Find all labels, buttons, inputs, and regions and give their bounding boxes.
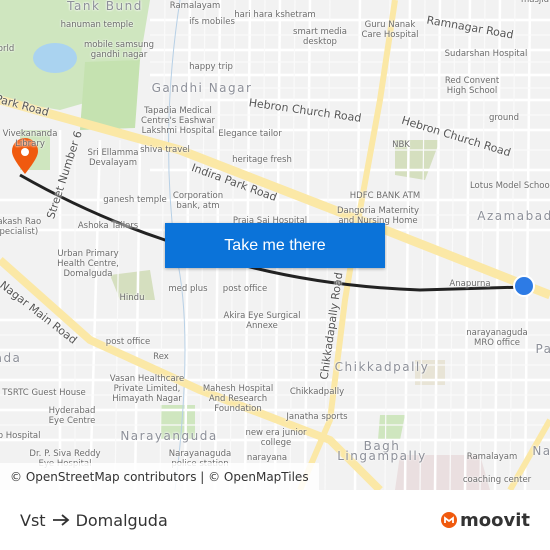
map-label: narayanaguda MRO office [466, 328, 528, 348]
map-label: narayana [246, 453, 288, 463]
moovit-logo: moovit [441, 510, 530, 531]
moovit-logo-icon [441, 512, 457, 528]
map-label: Tank Bund [67, 0, 143, 13]
map-label: med plus [168, 284, 208, 294]
origin-name: Vst [20, 510, 46, 530]
map-label: shiva travel [140, 145, 190, 155]
map-label: smart media desktop [293, 27, 347, 47]
map-label: Ramalayam [466, 452, 518, 462]
map-label: Sri Ellamma Devalayam [87, 148, 139, 168]
map-label: Akira Eye Surgical Annexe [223, 311, 301, 331]
park [378, 415, 405, 440]
moovit-logo-text: moovit [460, 509, 530, 531]
map-label: Ashoka Tailors [77, 221, 139, 231]
map-label: Azamabad [477, 209, 550, 223]
map-label: Na [532, 444, 550, 458]
map-label: Ramalayam [169, 1, 221, 11]
map-label: heritage fresh [232, 155, 292, 165]
map-label: Lotus Model School [469, 181, 550, 191]
map[interactable]: Tank Bund hanuman temple mobile samsung … [0, 0, 550, 490]
map-label: happy trip [189, 62, 233, 72]
map-label: ganesh temple [103, 195, 167, 205]
map-label: Prakash Rao (specialist) [0, 217, 42, 237]
map-label: Janatha sports [286, 412, 348, 422]
map-label: Anapurna [449, 279, 491, 289]
map-label: Elegance tailor [218, 129, 282, 139]
map-label: Bagh Lingampally [337, 439, 427, 463]
map-label: Vivekananda Library [2, 129, 58, 149]
park [80, 60, 140, 130]
map-label: post office [222, 284, 268, 294]
map-label: Vasan Healthcare Private Limited, Himaya… [109, 374, 185, 404]
map-label: Tapadia Medical Centre's Eashwar Lakshmi… [141, 106, 215, 136]
map-label: ada [0, 351, 22, 365]
map-label: post office [105, 337, 151, 347]
origin-marker-icon[interactable] [513, 275, 535, 297]
map-label: Chikkadpally [334, 360, 430, 374]
map-label: Sudarshan Hospital [444, 49, 528, 59]
arrow-right-icon [52, 514, 69, 526]
map-label: hanuman temple [60, 20, 134, 30]
map-label: Chikkadpally [289, 387, 345, 397]
map-label: Corporation bank, atm [172, 191, 224, 211]
map-label: NBK [392, 140, 410, 150]
map-attribution: © OpenStreetMap contributors | © OpenMap… [0, 463, 319, 490]
map-label: ifs mobiles [189, 17, 235, 27]
map-label: Gandhi Nagar [151, 81, 253, 95]
map-label: Pa [535, 342, 550, 356]
map-label: HDFC BANK ATM [349, 191, 421, 201]
lake [33, 43, 77, 73]
map-label: Guru Nanak Care Hospital [361, 20, 419, 40]
map-label: Narayanguda [120, 429, 218, 443]
footer: Vst Domalguda moovit [0, 490, 550, 550]
take-me-there-button[interactable]: Take me there [165, 223, 385, 268]
map-label: Hindu [119, 293, 145, 303]
destination-name: Domalguda [75, 510, 168, 530]
map-label: mobile samsung gandhi nagar [83, 40, 155, 60]
map-label: Urban Primary Health Centre, Domalguda [57, 249, 119, 279]
map-label: Rex [153, 352, 169, 362]
map-label: coaching center [462, 475, 532, 485]
map-label: masjid [520, 0, 550, 5]
map-label: hari hara kshetram [234, 10, 316, 20]
map-label: lo Hospital [0, 431, 41, 441]
map-label: Hyderabad Eye Centre [48, 406, 96, 426]
map-label: ground [488, 113, 520, 123]
map-label: Red Convent High School [444, 76, 500, 96]
map-label: orld [0, 44, 15, 54]
map-label: new era junior college [245, 428, 307, 448]
map-label: Mahesh Hospital And Research Foundation [202, 384, 274, 414]
map-label: TSRTC Guest House [2, 388, 86, 398]
